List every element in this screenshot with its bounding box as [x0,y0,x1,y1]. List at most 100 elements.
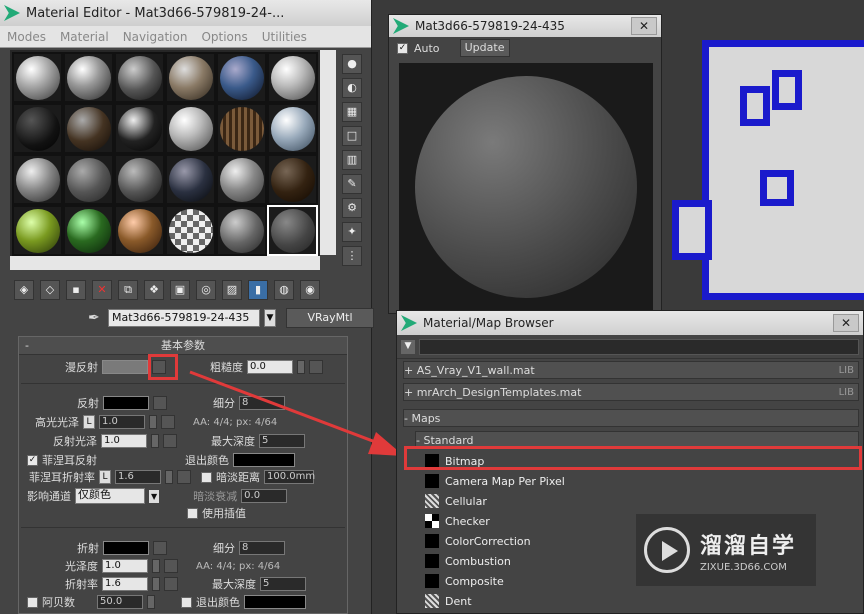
material-name-field[interactable]: Mat3d66-579819-24-435 [108,309,260,327]
refl-gloss-spinner[interactable]: 1.0 [101,434,147,448]
update-button[interactable]: Update [459,39,510,57]
hilight-gloss-spinner[interactable]: 1.0 [99,415,145,429]
assign-to-selection-button[interactable]: ▪ [66,280,86,300]
sample-slot[interactable] [216,205,267,256]
go-forward-to-sibling-button[interactable]: ◉ [300,280,320,300]
make-copy-button[interactable]: ⧉ [118,280,138,300]
menu-utilities[interactable]: Utilities [255,30,314,44]
gloss-map-button[interactable] [164,559,178,573]
sample-slot[interactable] [216,154,267,205]
sample-slot[interactable] [165,103,216,154]
go-to-parent-button[interactable]: ◍ [274,280,294,300]
affect-channels-dropdown[interactable]: 仅颜色 [75,488,145,504]
background-button[interactable]: ▦ [342,102,362,122]
dim-distance-spinner[interactable]: 100.0mm [264,470,315,484]
abbe-spinner[interactable]: 50.0 [97,595,143,609]
exit-color-swatch[interactable] [233,453,295,467]
filter-dropdown-icon[interactable]: ▼ [401,339,415,354]
library-row-mrarch[interactable]: + mrArch_DesignTemplates.mat LIB [403,383,859,401]
map-item-cellular[interactable]: Cellular [425,491,855,511]
auto-checkbox[interactable]: ✓ [397,42,408,54]
sample-slot[interactable] [267,103,318,154]
fresnel-lock-button[interactable]: L [99,470,111,484]
fresnel-ior-map-button[interactable] [177,470,191,484]
slots-vertical-scrollbar[interactable] [320,50,336,255]
sample-type-button[interactable]: ● [342,54,362,74]
sample-slot[interactable] [63,103,114,154]
refl-gloss-arrows[interactable] [151,434,159,448]
rollout-toggle[interactable]: - [25,337,29,355]
roughness-map-button[interactable] [309,360,323,374]
fresnel-checkbox[interactable]: ✓ [27,454,38,466]
max-depth-spinner[interactable]: 5 [259,434,305,448]
menu-material[interactable]: Material [53,30,116,44]
library-row-wall[interactable]: + AS_Vray_V1_wall.mat LIB [403,361,859,379]
material-map-navigator-button[interactable]: ⋮ [342,246,362,266]
rollout-header[interactable]: - 基本参数 [19,337,347,355]
sample-slot[interactable] [63,154,114,205]
eyedropper-icon[interactable]: ✒ [88,310,104,326]
abbe-checkbox[interactable] [27,596,38,608]
make-unique-button[interactable]: ❖ [144,280,164,300]
roughness-spinner[interactable]: 0.0 [247,360,293,374]
sample-slot[interactable] [114,103,165,154]
sample-slot[interactable] [12,205,63,256]
preview-close-icon[interactable]: ✕ [631,17,657,35]
gloss-spinner[interactable]: 1.0 [102,559,148,573]
gloss-arrows[interactable] [152,559,160,573]
sample-slot[interactable] [165,52,216,103]
sample-slot[interactable] [267,205,318,256]
show-end-result-button[interactable]: ▮ [248,280,268,300]
roughness-spinner-arrows[interactable] [297,360,305,374]
show-map-in-viewport-button[interactable]: ▨ [222,280,242,300]
make-preview-button[interactable]: ✎ [342,174,362,194]
browser-close-icon[interactable]: ✕ [833,314,859,332]
maps-group-header[interactable]: - Maps [403,409,859,427]
sample-slot[interactable] [12,52,63,103]
sample-slot[interactable] [165,205,216,256]
map-item-dent[interactable]: Dent [425,591,855,611]
search-by-name-input[interactable] [419,338,859,355]
material-id-channel-button[interactable]: ◎ [196,280,216,300]
slots-horizontal-scrollbar[interactable] [10,256,320,270]
backlight-button[interactable]: ◐ [342,78,362,98]
material-name-dropdown-icon[interactable]: ▼ [264,309,276,327]
sample-slot[interactable] [267,52,318,103]
sample-slot[interactable] [12,154,63,205]
diffuse-color-swatch[interactable] [102,360,148,374]
sample-slot[interactable] [63,52,114,103]
sample-slot[interactable] [114,154,165,205]
refract-subdiv-spinner[interactable]: 8 [239,541,285,555]
hilight-gloss-map-button[interactable] [161,415,175,429]
sample-slot[interactable] [216,52,267,103]
fresnel-ior-spinner[interactable]: 1.6 [115,470,161,484]
sample-slot[interactable] [216,103,267,154]
sample-slot[interactable] [165,154,216,205]
sample-slot[interactable] [12,103,63,154]
ior-map-button[interactable] [164,577,178,591]
get-material-button[interactable]: ◈ [14,280,34,300]
refract-exit-color-checkbox[interactable] [181,596,192,608]
video-color-check-button[interactable]: ▥ [342,150,362,170]
sample-uv-button[interactable]: □ [342,126,362,146]
material-type-button[interactable]: VRayMtl [286,308,374,328]
affect-channels-chevron-icon[interactable]: ▼ [149,489,160,503]
refl-gloss-map-button[interactable] [163,434,177,448]
abbe-arrows[interactable] [147,595,155,609]
reflect-color-swatch[interactable] [103,396,149,410]
menu-navigation[interactable]: Navigation [116,30,195,44]
dim-distance-checkbox[interactable] [201,471,212,483]
reset-map-button[interactable]: ✕ [92,280,112,300]
sample-slot[interactable] [63,205,114,256]
sample-slot[interactable] [114,205,165,256]
sample-slot[interactable] [114,52,165,103]
use-interp-checkbox[interactable] [187,507,198,519]
hilight-gloss-arrows[interactable] [149,415,157,429]
sample-slot[interactable] [267,154,318,205]
put-to-library-button[interactable]: ▣ [170,280,190,300]
menu-modes[interactable]: Modes [0,30,53,44]
select-by-material-button[interactable]: ✦ [342,222,362,242]
subdiv-spinner[interactable]: 8 [239,396,285,410]
fresnel-ior-arrows[interactable] [165,470,173,484]
refract-color-swatch[interactable] [103,541,149,555]
